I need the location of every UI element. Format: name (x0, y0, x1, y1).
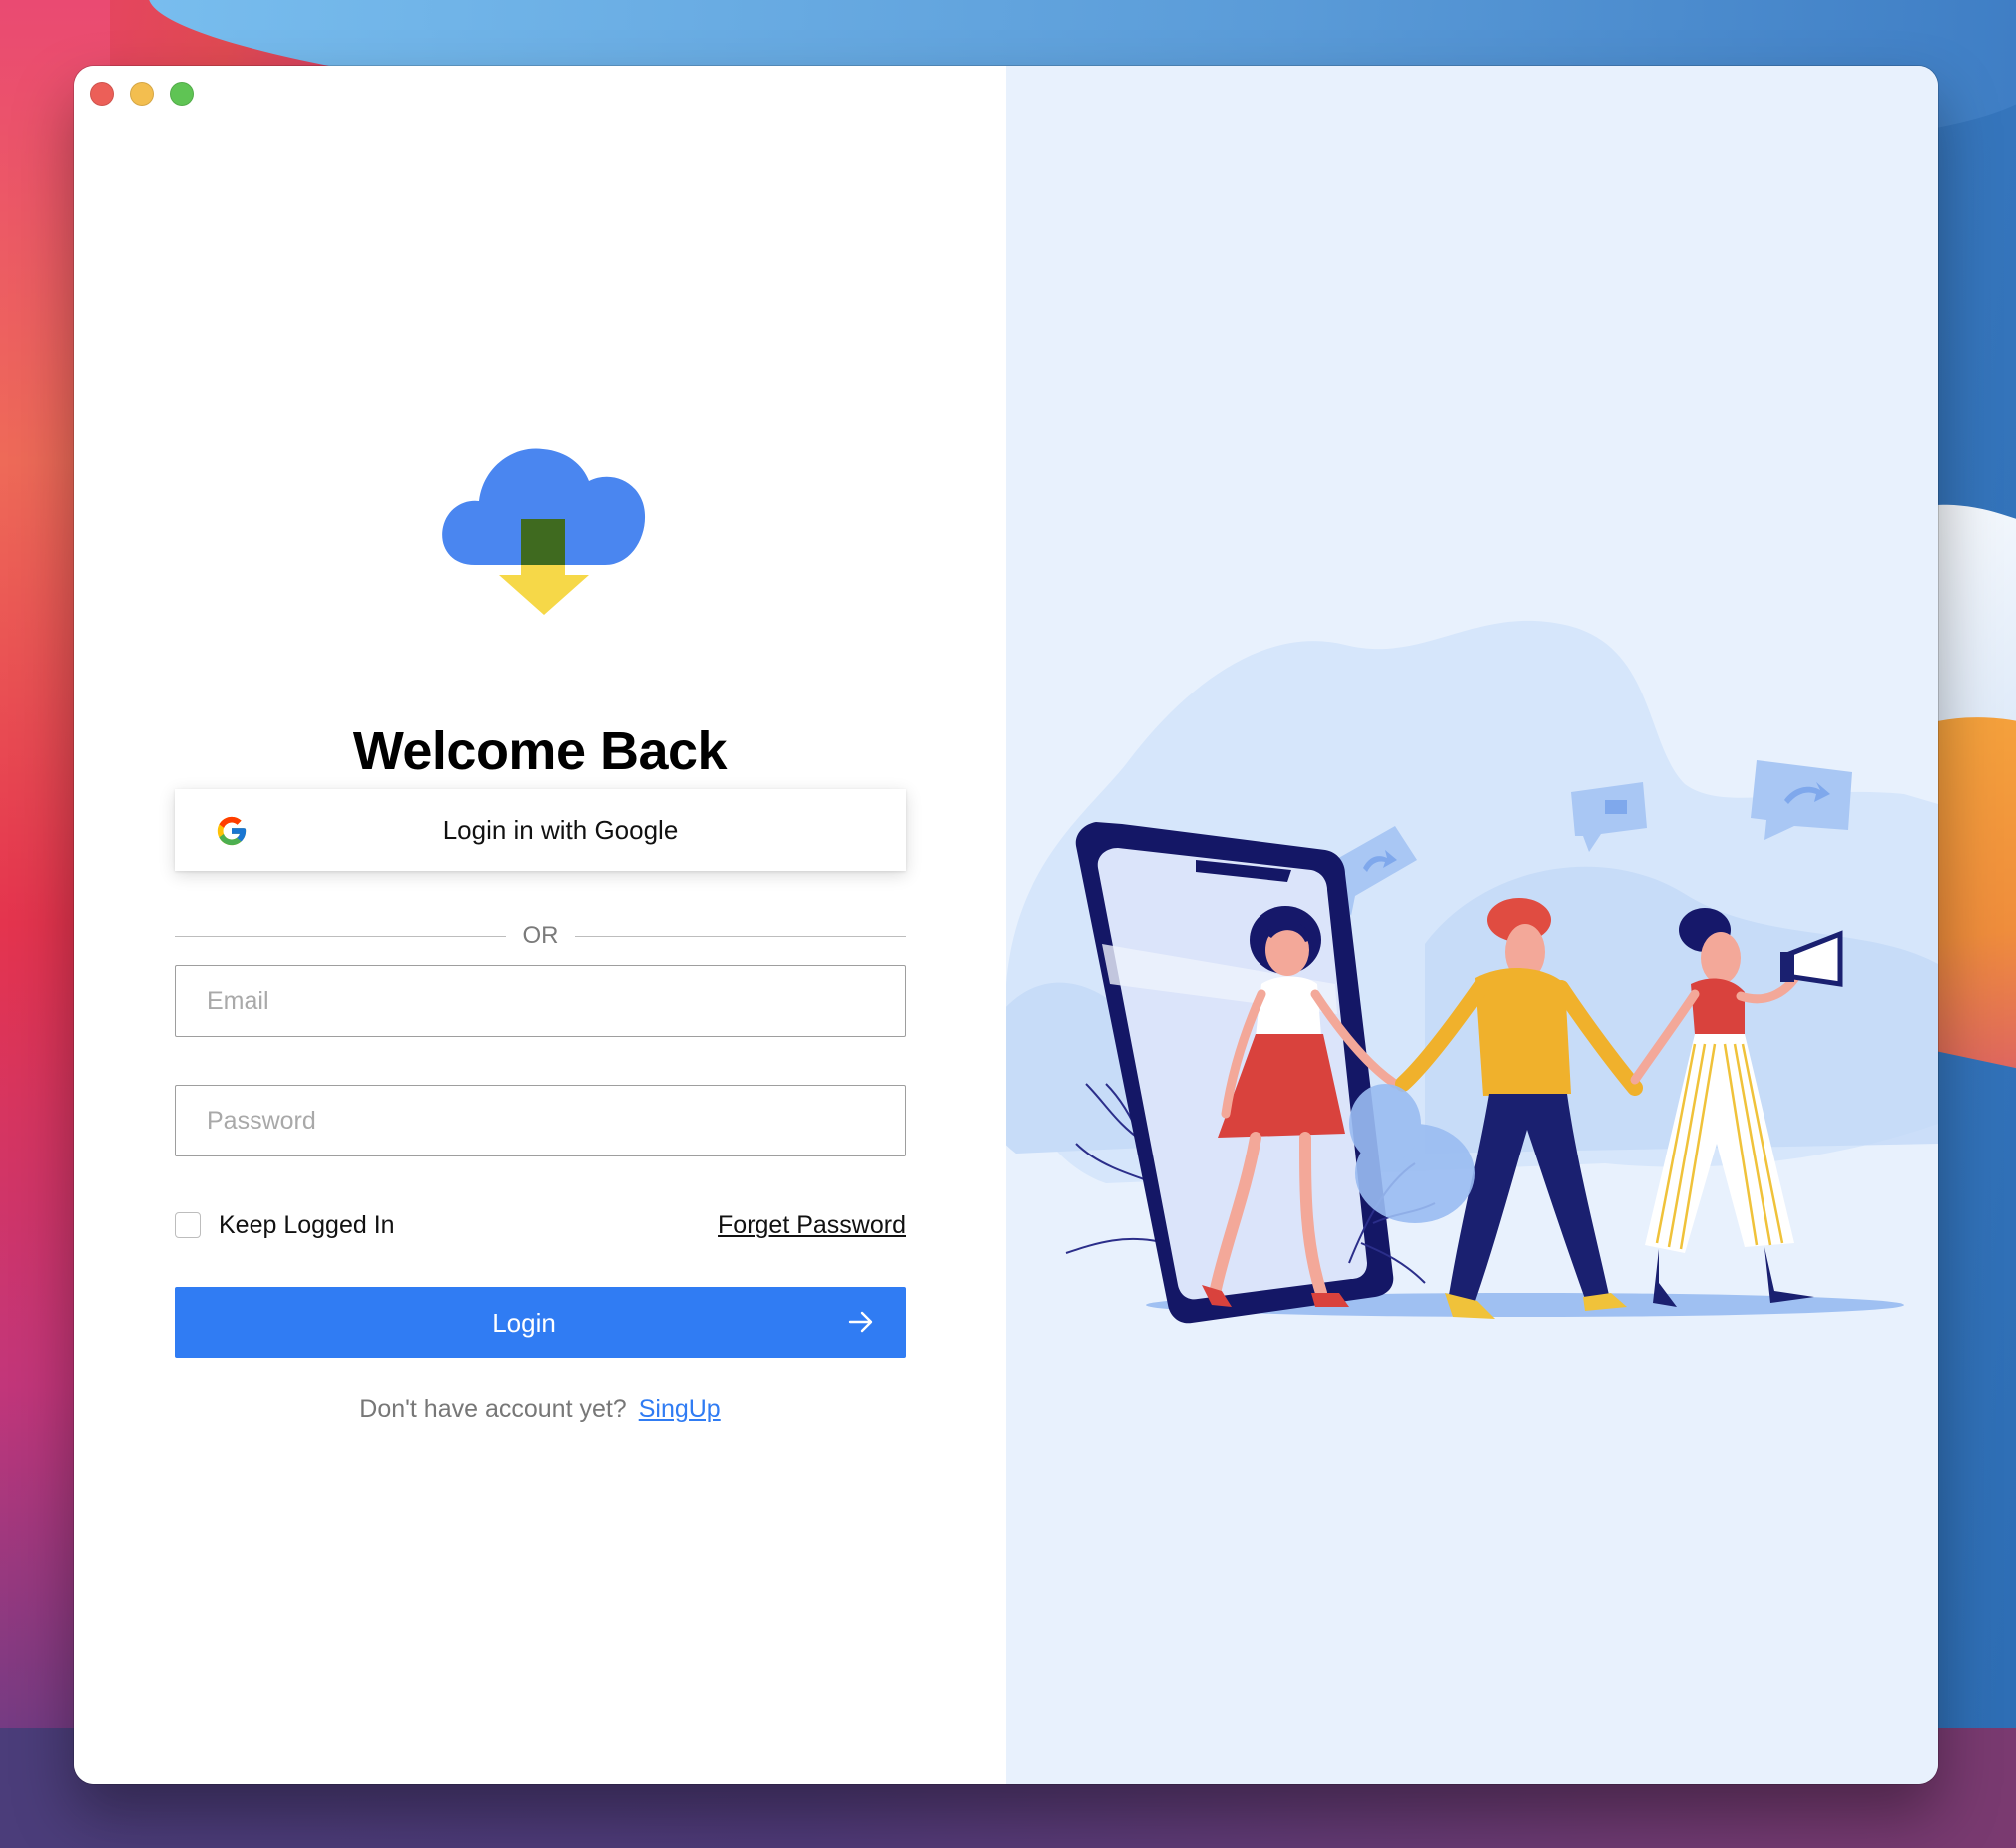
signup-row: Don't have account yet? SingUp (74, 1395, 1006, 1424)
people-walking-from-phone-illustration (1006, 620, 1938, 1324)
google-login-button[interactable]: Login in with Google (175, 789, 906, 871)
minimize-window-button[interactable] (130, 82, 154, 106)
cloud-download-icon (442, 448, 646, 615)
window-controls (90, 82, 194, 106)
forget-password-link[interactable]: Forget Password (718, 1211, 906, 1240)
app-window: Welcome Back Login in with Google OR Kee… (74, 66, 1938, 1784)
divider-line (575, 936, 906, 937)
login-button-label: Login (492, 1308, 556, 1338)
login-panel: Welcome Back Login in with Google OR Kee… (74, 66, 1006, 1784)
remember-row: Keep Logged In Forget Password (175, 1209, 906, 1245)
keep-logged-in-checkbox[interactable] (175, 1212, 201, 1238)
password-field[interactable] (175, 1085, 906, 1156)
login-button[interactable]: Login (175, 1287, 906, 1358)
keep-logged-in-label[interactable]: Keep Logged In (219, 1211, 395, 1240)
google-login-label: Login in with Google (442, 814, 679, 845)
signup-prompt: Don't have account yet? (359, 1395, 627, 1423)
signup-link[interactable]: SingUp (639, 1395, 721, 1423)
illustration-panel (1006, 66, 1938, 1784)
close-window-button[interactable] (90, 82, 114, 106)
arrow-right-icon (848, 1311, 873, 1333)
or-divider: OR (175, 922, 906, 952)
page-title: Welcome Back (352, 721, 728, 781)
zoom-window-button[interactable] (170, 82, 194, 106)
email-field[interactable] (175, 965, 906, 1037)
google-icon (217, 816, 247, 846)
